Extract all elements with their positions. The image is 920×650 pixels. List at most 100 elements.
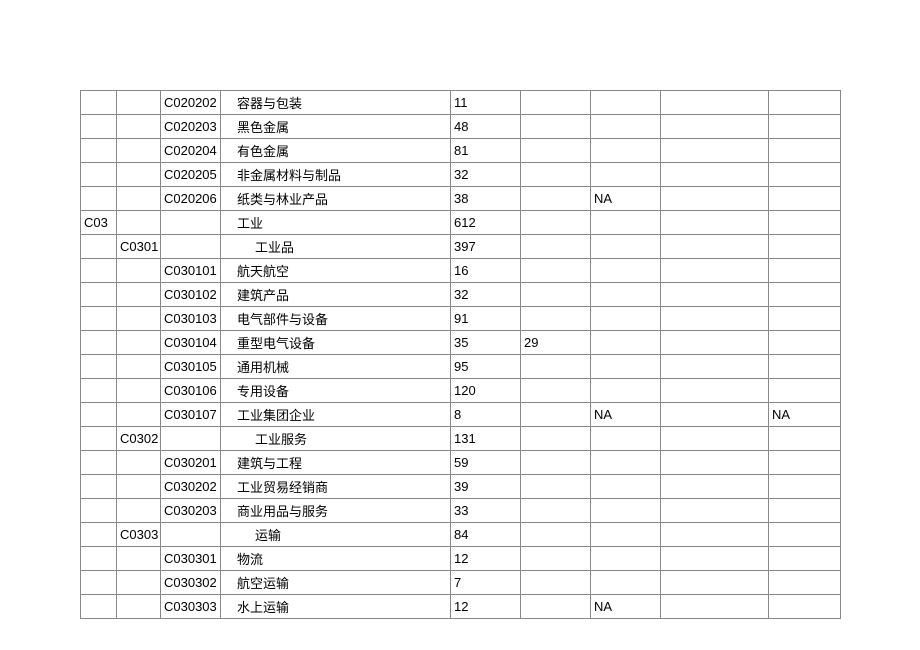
code-level2-cell: C0303 [117, 523, 161, 547]
code-level1-cell [81, 187, 117, 211]
value-cell-3 [591, 427, 661, 451]
value-cell-2 [521, 523, 591, 547]
value-cell-2 [521, 379, 591, 403]
value-cell-1: 131 [451, 427, 521, 451]
code-level1-cell [81, 523, 117, 547]
table-row: C030301物流12 [81, 547, 841, 571]
code-level2-cell [117, 283, 161, 307]
value-cell-5 [769, 595, 841, 619]
name-cell: 重型电气设备 [221, 331, 451, 355]
name-cell: 工业贸易经销商 [221, 475, 451, 499]
code-level2-cell [117, 571, 161, 595]
value-cell-1: 397 [451, 235, 521, 259]
value-cell-2 [521, 307, 591, 331]
name-cell: 黑色金属 [221, 115, 451, 139]
value-cell-5 [769, 235, 841, 259]
code-level1-cell [81, 283, 117, 307]
code-level3-cell: C030303 [161, 595, 221, 619]
code-level2-cell [117, 547, 161, 571]
value-cell-4 [661, 379, 769, 403]
table-row: C030107工业集团企业8NANA [81, 403, 841, 427]
name-cell: 建筑与工程 [221, 451, 451, 475]
value-cell-5 [769, 307, 841, 331]
code-level3-cell: C020204 [161, 139, 221, 163]
value-cell-2 [521, 259, 591, 283]
name-cell: 电气部件与设备 [221, 307, 451, 331]
value-cell-5 [769, 451, 841, 475]
code-level2-cell [117, 499, 161, 523]
value-cell-3 [591, 91, 661, 115]
value-cell-3 [591, 307, 661, 331]
code-level1-cell [81, 355, 117, 379]
value-cell-3 [591, 547, 661, 571]
value-cell-5 [769, 499, 841, 523]
code-level1-cell [81, 163, 117, 187]
code-level2-cell [117, 331, 161, 355]
code-level2-cell: C0301 [117, 235, 161, 259]
table-row: C030202工业贸易经销商39 [81, 475, 841, 499]
value-cell-2 [521, 451, 591, 475]
value-cell-4 [661, 211, 769, 235]
code-level3-cell: C030302 [161, 571, 221, 595]
value-cell-1: 35 [451, 331, 521, 355]
table-row: C03工业612 [81, 211, 841, 235]
name-cell: 工业服务 [221, 427, 451, 451]
value-cell-2 [521, 139, 591, 163]
value-cell-2 [521, 187, 591, 211]
value-cell-1: 39 [451, 475, 521, 499]
table-row: C030303水上运输12NA [81, 595, 841, 619]
value-cell-2 [521, 595, 591, 619]
value-cell-4 [661, 427, 769, 451]
code-level2-cell [117, 475, 161, 499]
value-cell-5 [769, 211, 841, 235]
name-cell: 运输 [221, 523, 451, 547]
value-cell-2 [521, 355, 591, 379]
code-level2-cell: C0302 [117, 427, 161, 451]
value-cell-1: 612 [451, 211, 521, 235]
value-cell-4 [661, 307, 769, 331]
value-cell-5 [769, 283, 841, 307]
value-cell-1: 12 [451, 595, 521, 619]
value-cell-2: 29 [521, 331, 591, 355]
value-cell-3 [591, 451, 661, 475]
code-level1-cell [81, 499, 117, 523]
code-level1-cell [81, 235, 117, 259]
table-row: C030105通用机械95 [81, 355, 841, 379]
name-cell: 水上运输 [221, 595, 451, 619]
value-cell-4 [661, 259, 769, 283]
value-cell-2 [521, 115, 591, 139]
code-level2-cell [117, 163, 161, 187]
value-cell-1: 81 [451, 139, 521, 163]
code-level2-cell [117, 403, 161, 427]
code-level3-cell [161, 211, 221, 235]
value-cell-3 [591, 211, 661, 235]
value-cell-3 [591, 379, 661, 403]
code-level1-cell [81, 379, 117, 403]
code-level2-cell [117, 139, 161, 163]
value-cell-3 [591, 499, 661, 523]
value-cell-4 [661, 115, 769, 139]
value-cell-2 [521, 235, 591, 259]
value-cell-1: 11 [451, 91, 521, 115]
value-cell-4 [661, 355, 769, 379]
table-row: C020206纸类与林业产品38NA [81, 187, 841, 211]
code-level1-cell [81, 571, 117, 595]
table-row: C020202容器与包装11 [81, 91, 841, 115]
code-level1-cell [81, 595, 117, 619]
value-cell-3: NA [591, 403, 661, 427]
code-level3-cell: C030104 [161, 331, 221, 355]
value-cell-5: NA [769, 403, 841, 427]
value-cell-4 [661, 595, 769, 619]
code-level3-cell: C030102 [161, 283, 221, 307]
value-cell-3 [591, 163, 661, 187]
code-level2-cell [117, 307, 161, 331]
value-cell-5 [769, 379, 841, 403]
code-level1-cell [81, 91, 117, 115]
value-cell-3 [591, 283, 661, 307]
value-cell-4 [661, 187, 769, 211]
value-cell-3 [591, 355, 661, 379]
name-cell: 有色金属 [221, 139, 451, 163]
code-level3-cell [161, 235, 221, 259]
value-cell-4 [661, 523, 769, 547]
name-cell: 工业 [221, 211, 451, 235]
